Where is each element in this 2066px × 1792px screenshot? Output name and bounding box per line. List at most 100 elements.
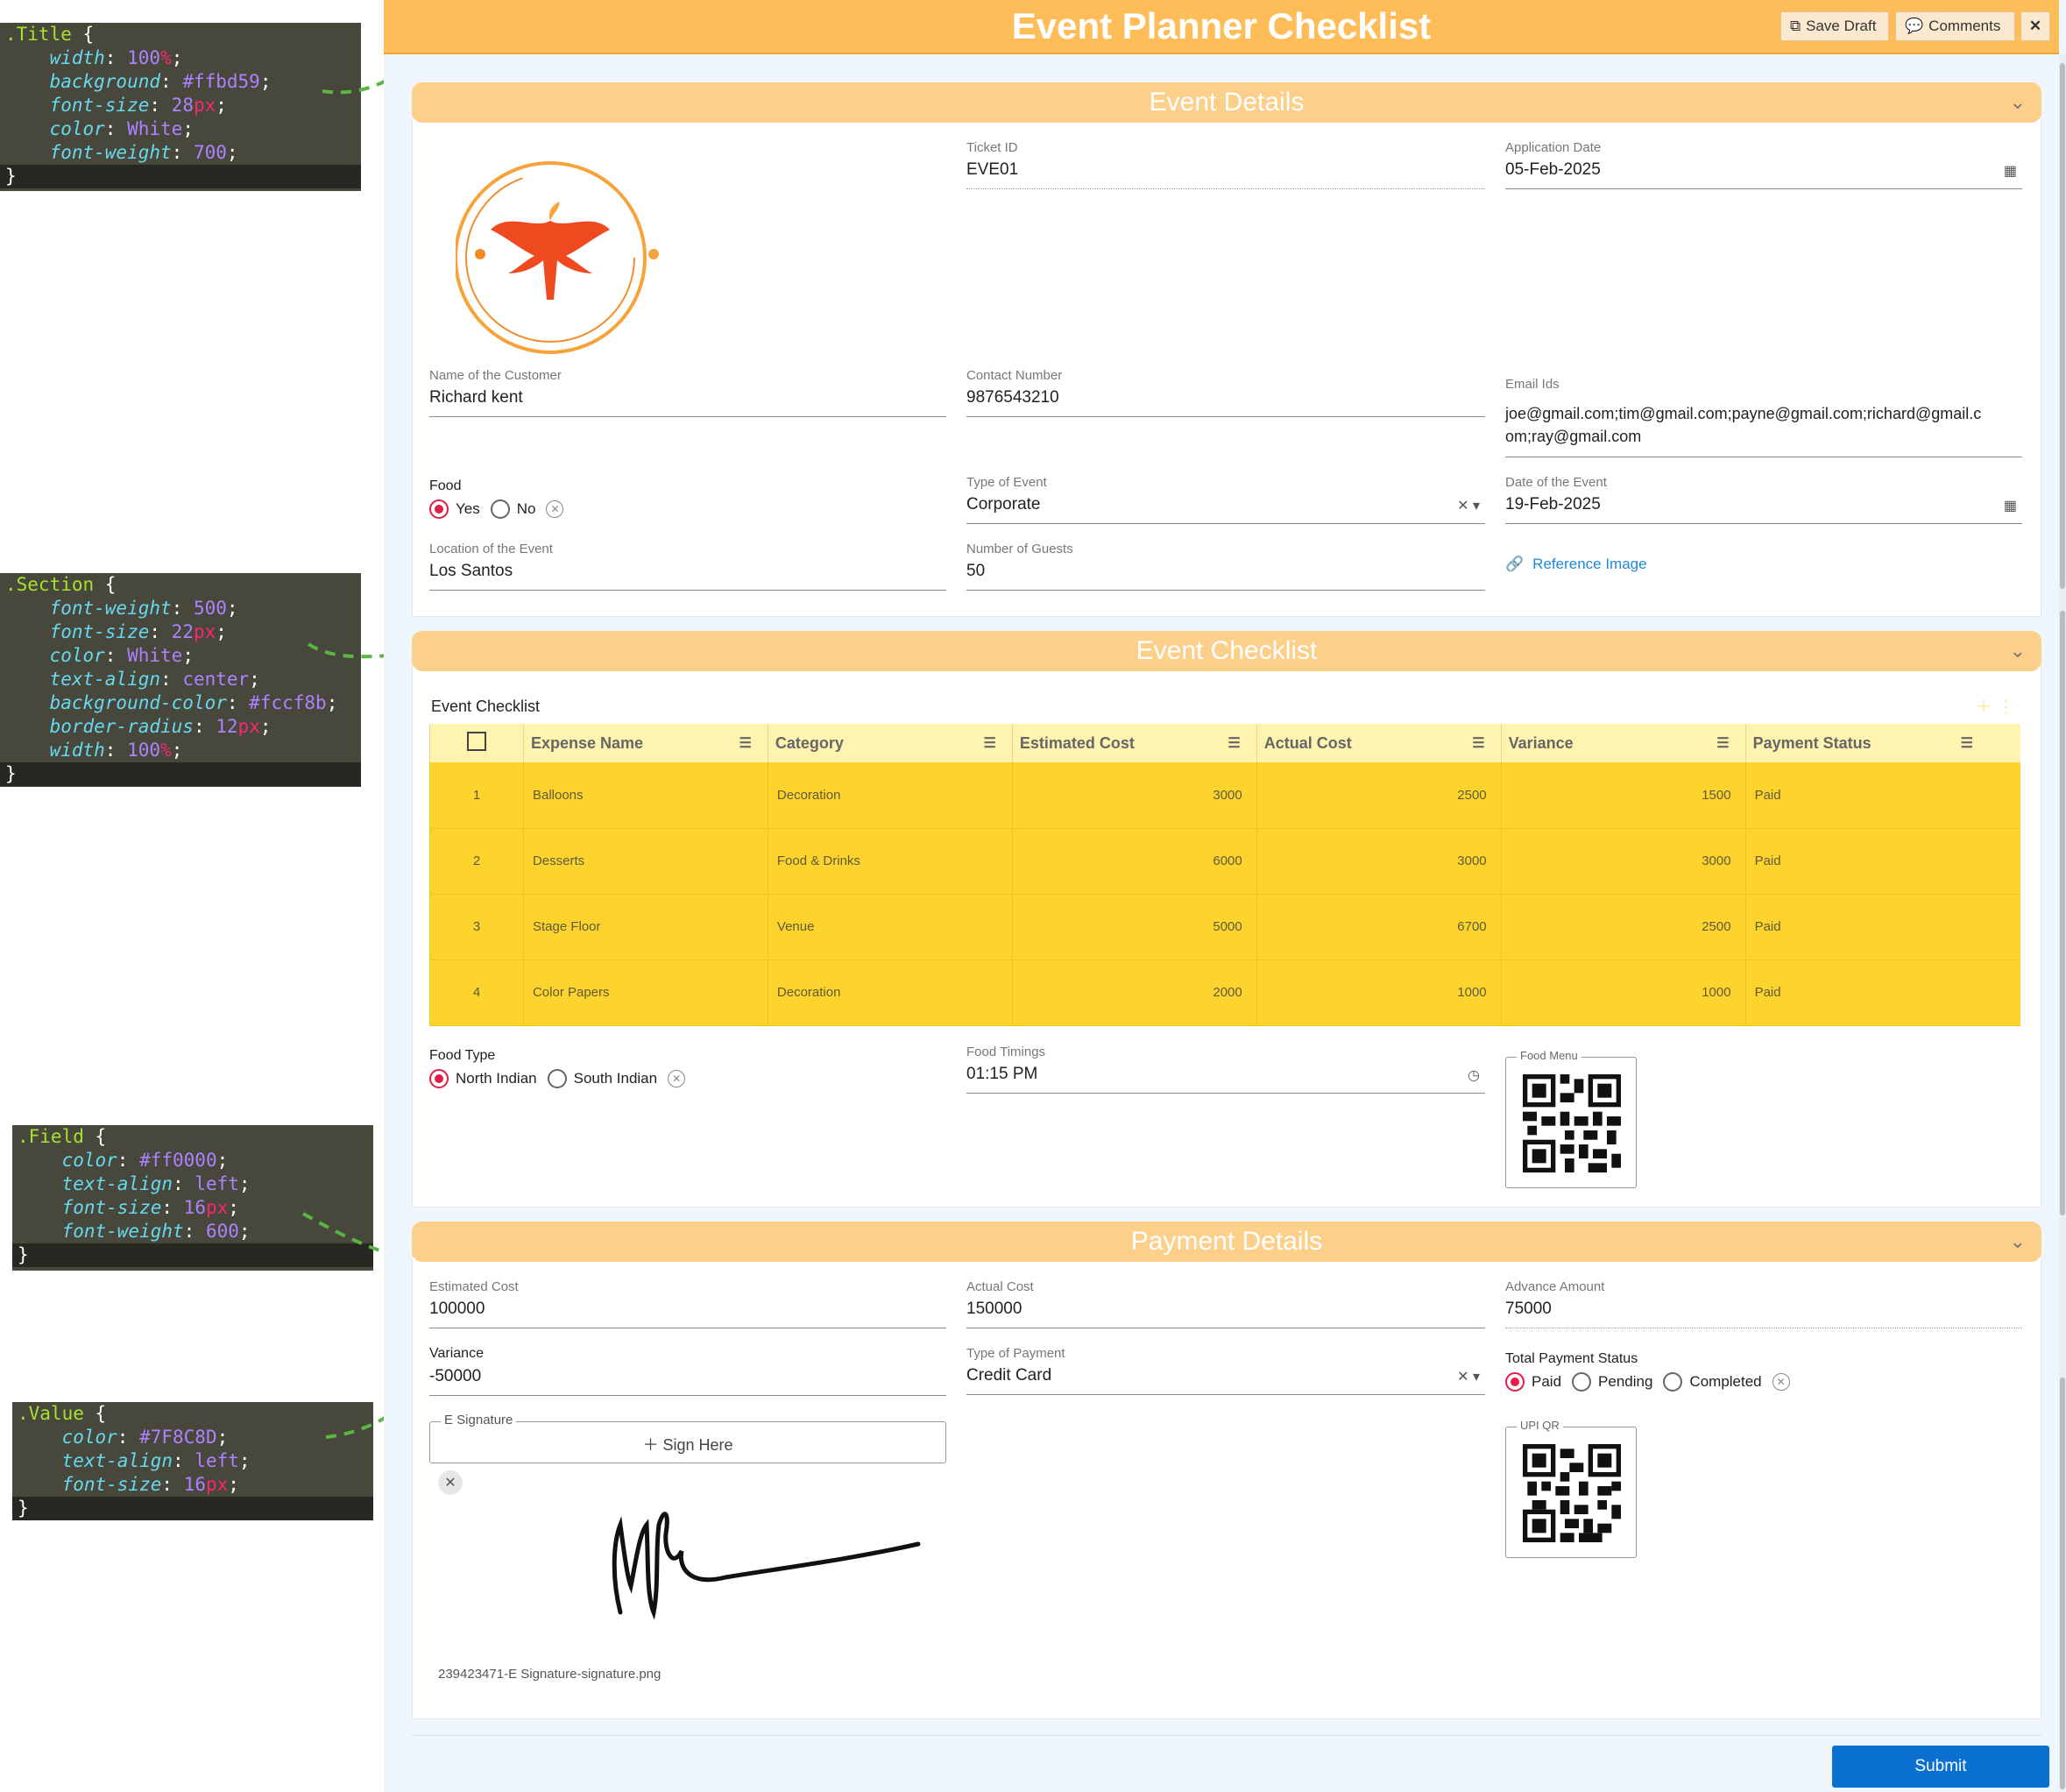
guests-field[interactable]: Number of Guests 50 [966,542,1485,591]
category-cell[interactable]: Venue [767,894,1013,960]
save-draft-button[interactable]: ⧉ Save Draft [1780,11,1889,41]
south-indian-option[interactable]: South Indian [547,1069,657,1088]
table-row[interactable]: 3 Stage Floor Venue 5000 6700 2500 Paid [429,894,2020,960]
calendar-icon[interactable]: ▦ [2004,162,2017,180]
payment-type-field[interactable]: Type of Payment Credit Card ✕ ▾ [966,1346,1485,1395]
chevron-down-icon[interactable]: ⌄ [2010,631,2026,671]
variance-cell[interactable]: 1500 [1500,762,1746,829]
scrollbar-thumb-bottom[interactable] [2060,1378,2065,1789]
category-cell[interactable]: Decoration [767,762,1013,829]
payment-type-select[interactable]: Credit Card ✕ ▾ [966,1366,1485,1395]
north-indian-option[interactable]: North Indian [429,1069,537,1088]
location-value[interactable]: Los Santos [429,562,946,591]
clock-icon[interactable]: ◷ [1468,1066,1480,1084]
food-timings-field[interactable]: Food Timings 01:15 PM ◷ [966,1045,1485,1094]
actual-cost-cell[interactable]: 2500 [1256,762,1502,829]
category-cell[interactable]: Food & Drinks [767,828,1013,895]
filter-icon[interactable]: ☰ [1472,734,1484,752]
contact-number-field[interactable]: Contact Number 9876543210 [966,368,1485,417]
scrollbar-thumb-top[interactable] [2060,63,2065,589]
event-date-field[interactable]: Date of the Event 19-Feb-2025 ▦ [1505,475,2022,524]
estimated-cost-cell[interactable]: 2000 [1011,960,1257,1026]
filter-icon[interactable]: ☰ [1716,734,1729,752]
food-yes-option[interactable]: Yes [429,499,480,519]
scrollbar[interactable] [2059,54,2066,1792]
clear-dropdown-icon[interactable]: ✕ ▾ [1457,497,1480,514]
table-row[interactable]: 1 Balloons Decoration 3000 2500 1500 Pai… [429,762,2020,829]
payment-status-cell[interactable]: Paid [1744,762,2020,829]
table-row[interactable]: 4 Color Papers Decoration 2000 1000 1000… [429,960,2020,1026]
select-all-checkbox[interactable] [466,731,486,751]
remove-signature-icon[interactable]: ✕ [438,1470,463,1495]
radio-selected[interactable] [1505,1372,1525,1392]
actual-cost-cell[interactable]: 3000 [1256,828,1502,895]
expense-name-cell[interactable]: Stage Floor [522,894,768,960]
comments-button[interactable]: 💬 Comments [1895,11,2015,41]
category-cell[interactable]: Decoration [767,960,1013,1026]
email-ids-textarea[interactable]: joe@gmail.com;tim@gmail.com;payne@gmail.… [1505,397,2022,457]
food-no-option[interactable]: No [490,499,535,519]
submit-button[interactable]: Submit [1832,1746,2049,1788]
expense-name-cell[interactable]: Balloons [522,762,768,829]
actual-cost-cell[interactable]: 6700 [1256,894,1502,960]
variance-cell[interactable]: 1000 [1500,960,1746,1026]
clear-icon[interactable]: ✕ [668,1070,686,1087]
expense-name-cell[interactable]: Desserts [522,828,768,895]
select-all-cell[interactable] [429,724,524,762]
col-payment-status[interactable]: Payment Status ☰ [1744,724,2020,762]
radio-unselected[interactable] [547,1069,567,1088]
filter-icon[interactable]: ☰ [739,734,752,752]
close-button[interactable]: ✕ [2020,11,2050,41]
radio-selected[interactable] [429,499,449,519]
location-field[interactable]: Location of the Event Los Santos [429,542,946,591]
event-type-field[interactable]: Type of Event Corporate ✕ ▾ [966,475,1485,524]
estimated-cost-field[interactable]: Estimated Cost 100000 [429,1279,946,1328]
status-completed-option[interactable]: Completed [1663,1372,1762,1392]
estimated-cost-cell[interactable]: 3000 [1011,762,1257,829]
payment-status-cell[interactable]: Paid [1744,828,2020,895]
filter-icon[interactable]: ☰ [983,734,995,752]
application-date-input[interactable]: 05-Feb-2025 ▦ [1505,160,2022,189]
variance-cell[interactable]: 3000 [1500,828,1746,895]
col-estimated-cost[interactable]: Estimated Cost ☰ [1011,724,1257,762]
estimated-cost-value[interactable]: 100000 [429,1300,946,1328]
food-timings-input[interactable]: 01:15 PM ◷ [966,1065,1485,1094]
radio-unselected[interactable] [1663,1372,1683,1392]
clear-icon[interactable]: ✕ [1772,1373,1790,1391]
event-details-header[interactable]: Event Details ⌄ [412,82,2041,123]
chevron-down-icon[interactable]: ⌄ [2010,82,2026,123]
guests-value[interactable]: 50 [966,562,1485,591]
col-expense-name[interactable]: Expense Name ☰ [522,724,768,762]
estimated-cost-cell[interactable]: 5000 [1011,894,1257,960]
variance-value[interactable]: -50000 [429,1367,946,1396]
payment-details-header[interactable]: Payment Details ⌄ [412,1222,2041,1262]
radio-unselected[interactable] [1572,1372,1592,1392]
clear-icon[interactable]: ✕ [546,500,564,518]
e-signature-box[interactable]: E Signature ＋ Sign Here [429,1413,946,1463]
event-date-input[interactable]: 19-Feb-2025 ▦ [1505,495,2022,524]
actual-cost-field[interactable]: Actual Cost 150000 [966,1279,1485,1328]
payment-status-cell[interactable]: Paid [1744,894,2020,960]
col-category[interactable]: Category ☰ [767,724,1013,762]
customer-name-value[interactable]: Richard kent [429,388,946,417]
actual-cost-cell[interactable]: 1000 [1256,960,1502,1026]
variance-field[interactable]: Variance -50000 [429,1346,946,1396]
status-pending-option[interactable]: Pending [1572,1372,1652,1392]
radio-unselected[interactable] [490,499,510,519]
event-type-select[interactable]: Corporate ✕ ▾ [966,495,1485,524]
sign-here-button[interactable]: ＋ Sign Here [430,1433,945,1456]
col-variance[interactable]: Variance ☰ [1500,724,1746,762]
status-paid-option[interactable]: Paid [1505,1372,1561,1392]
event-checklist-header[interactable]: Event Checklist ⌄ [412,631,2041,671]
payment-status-cell[interactable]: Paid [1744,960,2020,1026]
table-row[interactable]: 2 Desserts Food & Drinks 6000 3000 3000 … [429,828,2020,895]
clear-dropdown-icon[interactable]: ✕ ▾ [1457,1368,1480,1385]
scrollbar-thumb-mid[interactable] [2060,611,2065,1215]
filter-icon[interactable]: ☰ [1228,734,1240,752]
radio-selected[interactable] [429,1069,449,1088]
contact-number-value[interactable]: 9876543210 [966,388,1485,417]
email-ids-field[interactable]: Email Ids joe@gmail.com;tim@gmail.com;pa… [1505,377,2022,457]
col-actual-cost[interactable]: Actual Cost ☰ [1256,724,1502,762]
application-date-field[interactable]: Application Date 05-Feb-2025 ▦ [1505,140,2022,189]
actual-cost-value[interactable]: 150000 [966,1300,1485,1328]
